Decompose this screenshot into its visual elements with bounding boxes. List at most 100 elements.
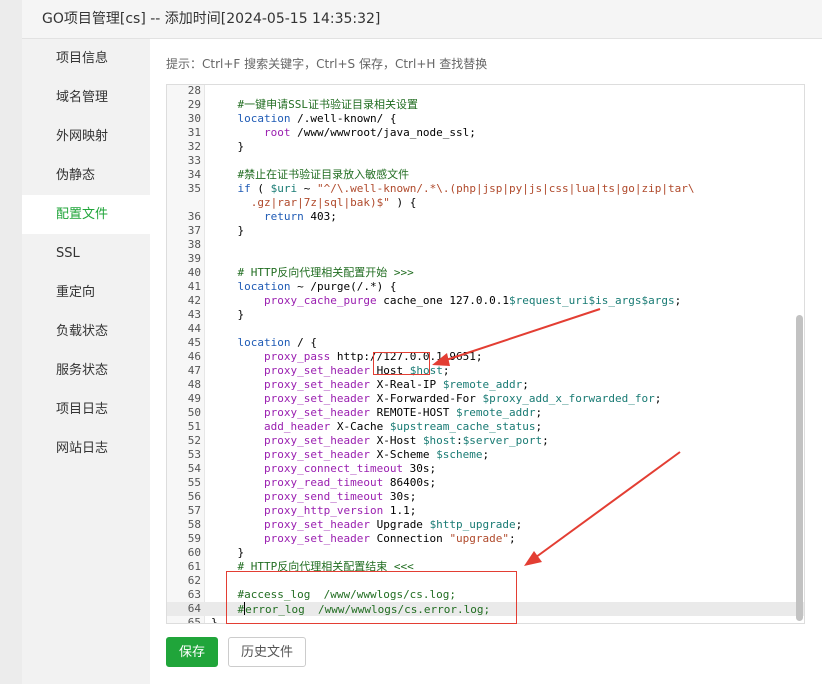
sidebar: 项目信息 域名管理 外网映射 伪静态 配置文件 SSL 重定向 负载状态 服务状… [22, 39, 150, 684]
line-number: 50 [187, 406, 201, 419]
code-token: "upgrade" [449, 532, 510, 545]
sidebar-item-service-status[interactable]: 服务状态 [22, 351, 150, 390]
code-text: location ~ /purge(/.*) { [211, 280, 397, 294]
sidebar-item-project-log[interactable]: 项目日志 [22, 390, 150, 429]
code-token: ; [482, 448, 490, 461]
line-number: 52 [187, 434, 201, 447]
code-token: : [456, 434, 463, 447]
code-token: location [237, 112, 291, 125]
code-line: 58 proxy_set_header Upgrade $http_upgrad… [167, 518, 804, 532]
code-token: proxy_set_header [263, 448, 370, 461]
code-text: proxy_pass http://127.0.0.1:9651; [211, 350, 483, 364]
line-number: 53 [187, 448, 201, 461]
code-text: proxy_set_header Upgrade $http_upgrade; [211, 518, 522, 532]
code-token: proxy_set_header [263, 406, 370, 419]
code-token: $args [641, 294, 675, 307]
code-token: "^/\.well-known/.*\.(php|jsp|py|js|css|l… [317, 182, 695, 195]
sidebar-item-domain[interactable]: 域名管理 [22, 78, 150, 117]
code-line: 43 } [167, 308, 804, 322]
code-line: 53 proxy_set_header X-Scheme $scheme; [167, 448, 804, 462]
code-line: 32 } [167, 140, 804, 154]
code-token: if [237, 182, 251, 195]
code-token: #一键申请SSL证书验证目录相关设置 [237, 98, 419, 111]
code-text: proxy_set_header X-Host $host:$server_po… [211, 434, 549, 448]
line-number: 62 [187, 574, 201, 587]
line-number: 49 [187, 392, 201, 405]
code-line: 54 proxy_connect_timeout 30s; [167, 462, 804, 476]
code-text: proxy_connect_timeout 30s; [211, 462, 436, 476]
history-file-button[interactable]: 历史文件 [228, 637, 307, 667]
line-number: 46 [187, 350, 201, 363]
line-number: 28 [187, 84, 201, 97]
sidebar-item-site-log[interactable]: 网站日志 [22, 429, 150, 468]
line-number: 36 [187, 210, 201, 223]
line-number: 35 [187, 182, 201, 195]
code-token: proxy_set_header [263, 518, 370, 531]
code-text: proxy_send_timeout 30s; [211, 490, 416, 504]
code-text: #禁止在证书验证目录放入敏感文件 [211, 168, 410, 182]
line-number: 31 [187, 126, 201, 139]
sidebar-item-config-file[interactable]: 配置文件 [22, 195, 150, 234]
sidebar-item-ssl[interactable]: SSL [22, 234, 150, 273]
sidebar-item-project-info[interactable]: 项目信息 [22, 39, 150, 78]
code-line: 46 proxy_pass http://127.0.0.1:9651; [167, 350, 804, 364]
sidebar-item-load-status[interactable]: 负载状态 [22, 312, 150, 351]
code-token: ; [509, 532, 516, 545]
save-button[interactable]: 保存 [166, 637, 219, 667]
dialog-titlebar: GO项目管理[cs] -- 添加时间[2024-05-15 14:35:32] [22, 0, 822, 39]
sidebar-item-port-mapping[interactable]: 外网映射 [22, 117, 150, 156]
code-line: 38 [167, 238, 804, 252]
line-number: 64 [187, 602, 201, 615]
code-token: X-Scheme [369, 448, 437, 461]
code-line: 45 location / { [167, 336, 804, 350]
line-number: 33 [187, 154, 201, 167]
code-text: #一键申请SSL证书验证目录相关设置 [211, 98, 419, 112]
code-token: proxy_connect_timeout [263, 462, 404, 475]
code-token: $scheme [436, 448, 483, 461]
code-token: proxy_set_header [263, 392, 370, 405]
code-token: ( [250, 182, 271, 195]
code-token: ; [654, 392, 662, 405]
code-text: } [211, 224, 245, 238]
code-token: 1.1; [383, 504, 417, 517]
code-token: /.well-known/ { [290, 112, 397, 125]
code-token: X-Real-IP [369, 378, 443, 391]
line-number: 54 [187, 462, 201, 475]
code-editor[interactable]: 28 29 #一键申请SSL证书验证目录相关设置 30 location /.wel… [166, 84, 805, 624]
code-text: proxy_http_version 1.1; [211, 504, 416, 518]
code-line: 47 proxy_set_header Host $host; [167, 364, 804, 378]
code-line: 40 # HTTP反向代理相关配置开始 >>> [167, 266, 804, 280]
line-number: 60 [187, 546, 201, 559]
line-number: 65 [187, 616, 201, 624]
line-number: 59 [187, 532, 201, 545]
code-line: .gz|rar|7z|sql|bak)$" ) { [167, 196, 804, 210]
editor-scrollbar[interactable] [796, 315, 803, 621]
code-token: /www/wwwroot/java_node_ssl; [290, 126, 476, 139]
sidebar-item-rewrite[interactable]: 伪静态 [22, 156, 150, 195]
annotation-box-logs [226, 571, 517, 624]
code-text: location / { [211, 336, 317, 350]
code-line: 39 [167, 252, 804, 266]
code-text: proxy_set_header X-Scheme $scheme; [211, 448, 489, 462]
code-text: proxy_read_timeout 86400s; [211, 476, 436, 490]
sidebar-item-redirect[interactable]: 重定向 [22, 273, 150, 312]
line-number: 34 [187, 168, 201, 181]
line-number: 51 [187, 420, 201, 433]
code-text: } [211, 140, 245, 154]
code-token: proxy_http_version [263, 504, 384, 517]
code-token: X-Cache [330, 420, 390, 433]
code-token: root [263, 126, 291, 139]
code-token: ; [515, 518, 523, 531]
code-lines: 28 29 #一键申请SSL证书验证目录相关设置 30 location /.wel… [167, 84, 804, 624]
code-line: 50 proxy_set_header REMOTE-HOST $remote_… [167, 406, 804, 420]
code-token: ; [535, 420, 543, 433]
code-token: 86400s; [383, 476, 437, 489]
shortcut-tip: 提示：Ctrl+F 搜索关键字，Ctrl+S 保存，Ctrl+H 查找替换 [166, 57, 488, 71]
code-line: 36 return 403; [167, 210, 804, 224]
line-number: 47 [187, 364, 201, 377]
code-token: } [211, 616, 218, 624]
line-number: 63 [187, 588, 201, 601]
code-token: ; [442, 364, 450, 377]
line-number: 42 [187, 294, 201, 307]
line-number: 45 [187, 336, 201, 349]
